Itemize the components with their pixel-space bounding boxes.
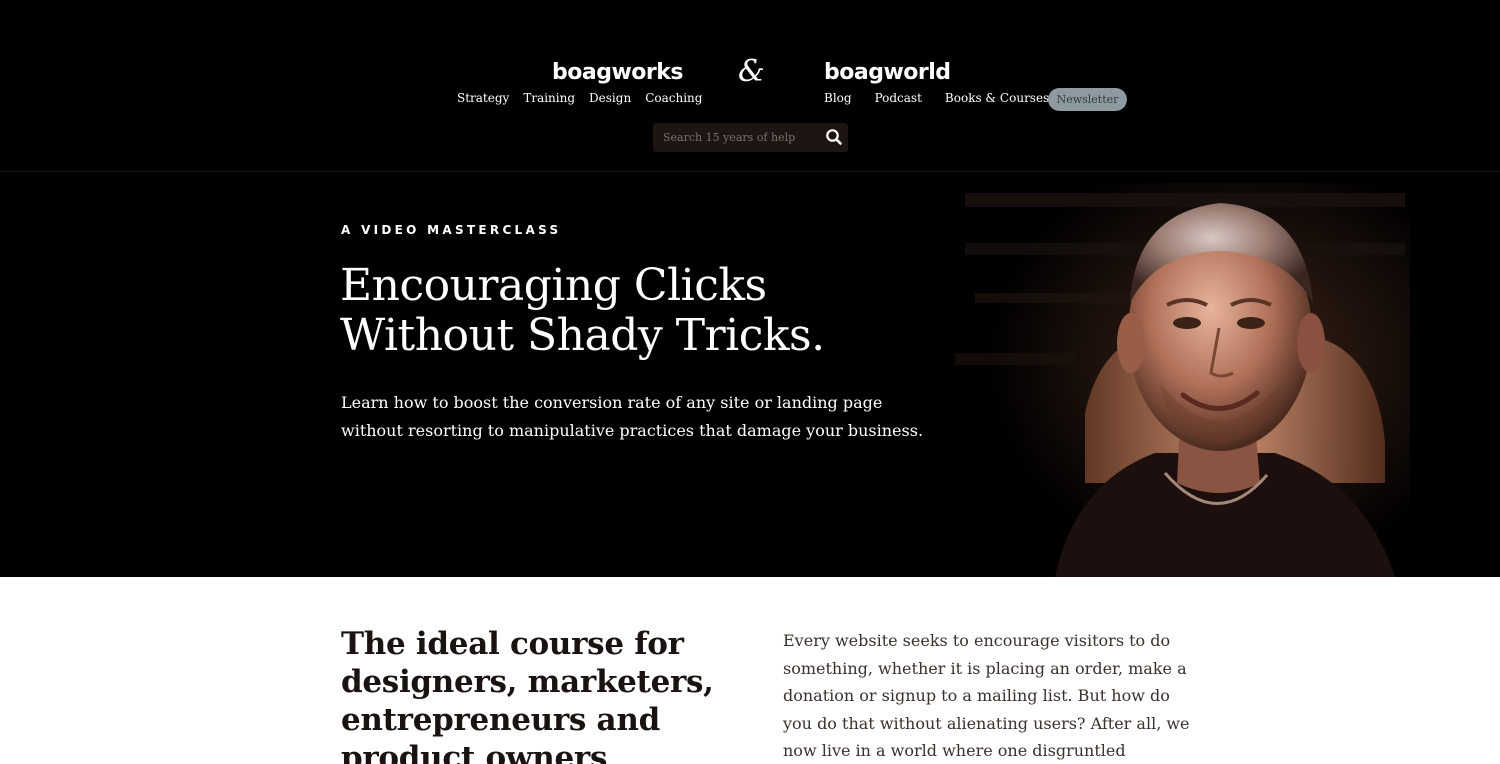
- course-intro-section: The ideal course for designers, marketer…: [0, 577, 1500, 764]
- site-header: boagworks & boagworld Strategy Training …: [0, 0, 1500, 172]
- nav-books-courses[interactable]: Books & Courses: [945, 91, 1049, 105]
- boagworld-nav: Blog Podcast Books & Courses: [824, 91, 1072, 105]
- course-intro-text: Every website seeks to encourage visitor…: [783, 631, 1190, 760]
- hero-section: A VIDEO MASTERCLASS Encouraging Clicks W…: [0, 173, 1500, 577]
- nav-blog[interactable]: Blog: [824, 91, 852, 105]
- portrait-photo: [955, 183, 1410, 577]
- nav-training[interactable]: Training: [523, 91, 575, 105]
- newsletter-button[interactable]: Newsletter: [1048, 88, 1127, 111]
- hero-title-line2: Without Shady Tricks.: [340, 310, 825, 361]
- search-input[interactable]: [653, 123, 821, 152]
- course-heading: The ideal course for designers, marketer…: [341, 626, 714, 764]
- nav-podcast[interactable]: Podcast: [875, 91, 922, 105]
- boagworks-logo[interactable]: boagworks: [552, 60, 683, 85]
- hero-title: Encouraging Clicks Without Shady Tricks.: [340, 261, 900, 361]
- search-icon[interactable]: [825, 128, 843, 146]
- nav-strategy[interactable]: Strategy: [457, 91, 509, 105]
- search-box: [653, 123, 848, 152]
- ampersand-logo: &: [738, 54, 765, 89]
- nav-design[interactable]: Design: [589, 91, 631, 105]
- boagworks-nav: Strategy Training Design Coaching: [457, 91, 716, 105]
- nav-coaching[interactable]: Coaching: [645, 91, 702, 105]
- hero-title-line1: Encouraging Clicks: [340, 260, 767, 311]
- hero-subtitle: Learn how to boost the conversion rate o…: [341, 393, 924, 440]
- hero-eyebrow: A VIDEO MASTERCLASS: [341, 223, 562, 237]
- boagworld-logo[interactable]: boagworld: [824, 60, 951, 85]
